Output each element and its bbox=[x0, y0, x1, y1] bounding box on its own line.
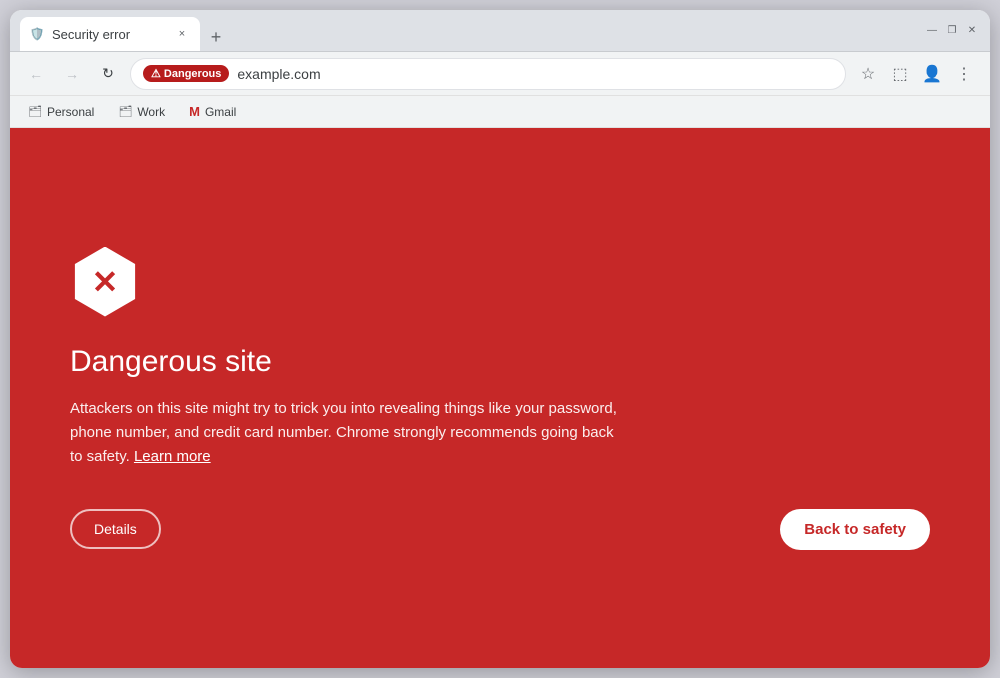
page-actions: Details Back to safety bbox=[70, 509, 930, 550]
address-bar[interactable]: ⚠ Dangerous example.com bbox=[130, 58, 846, 90]
browser-window: 🛡️ Security error × + — ❐ ✕ ← → ↻ ⚠ Dang… bbox=[10, 10, 990, 668]
extensions-button[interactable]: ⬚ bbox=[886, 60, 914, 88]
nav-bar: ← → ↻ ⚠ Dangerous example.com ☆ ⬚ 👤 ⋮ bbox=[10, 52, 990, 96]
back-button[interactable]: ← bbox=[22, 60, 50, 88]
learn-more-link[interactable]: Learn more bbox=[134, 448, 211, 465]
bookmark-gmail-label: Gmail bbox=[205, 105, 236, 119]
tab-favicon: 🛡️ bbox=[30, 27, 44, 41]
bookmark-gmail[interactable]: M Gmail bbox=[183, 102, 242, 121]
bookmark-personal-label: Personal bbox=[47, 105, 94, 119]
title-bar: 🛡️ Security error × + — ❐ ✕ bbox=[10, 10, 990, 52]
maximize-button[interactable]: ❐ bbox=[944, 23, 960, 39]
details-button[interactable]: Details bbox=[70, 509, 161, 549]
nav-icons: ☆ ⬚ 👤 ⋮ bbox=[854, 60, 978, 88]
profile-button[interactable]: 👤 bbox=[918, 60, 946, 88]
url-text: example.com bbox=[237, 66, 833, 82]
forward-button[interactable]: → bbox=[58, 60, 86, 88]
window-controls: — ❐ ✕ bbox=[924, 23, 980, 39]
bookmarks-bar: 🗂 Personal 🗂 Work M Gmail bbox=[10, 96, 990, 128]
reload-button[interactable]: ↻ bbox=[94, 60, 122, 88]
new-tab-button[interactable]: + bbox=[202, 23, 230, 51]
menu-button[interactable]: ⋮ bbox=[950, 60, 978, 88]
gmail-icon: M bbox=[189, 104, 200, 119]
danger-x-icon: ✕ bbox=[92, 266, 119, 298]
active-tab[interactable]: 🛡️ Security error × bbox=[20, 17, 200, 51]
page-body: Attackers on this site might try to tric… bbox=[70, 397, 630, 469]
page-content: ✕ Dangerous site Attackers on this site … bbox=[10, 128, 990, 668]
bookmark-work[interactable]: 🗂 Work bbox=[112, 103, 171, 121]
tab-title: Security error bbox=[52, 27, 166, 42]
close-button[interactable]: ✕ bbox=[964, 23, 980, 39]
minimize-button[interactable]: — bbox=[924, 23, 940, 39]
bookmark-personal[interactable]: 🗂 Personal bbox=[22, 103, 100, 121]
tab-area: 🛡️ Security error × + bbox=[20, 10, 912, 51]
folder-icon: 🗂 bbox=[28, 105, 42, 118]
back-to-safety-button[interactable]: Back to safety bbox=[780, 509, 930, 550]
bookmark-button[interactable]: ☆ bbox=[854, 60, 882, 88]
page-heading: Dangerous site bbox=[70, 345, 272, 379]
folder-icon-work: 🗂 bbox=[118, 105, 132, 118]
tab-close-button[interactable]: × bbox=[174, 26, 190, 42]
danger-icon: ✕ bbox=[70, 247, 140, 317]
dangerous-badge: ⚠ Dangerous bbox=[143, 65, 229, 82]
bookmark-work-label: Work bbox=[137, 105, 165, 119]
